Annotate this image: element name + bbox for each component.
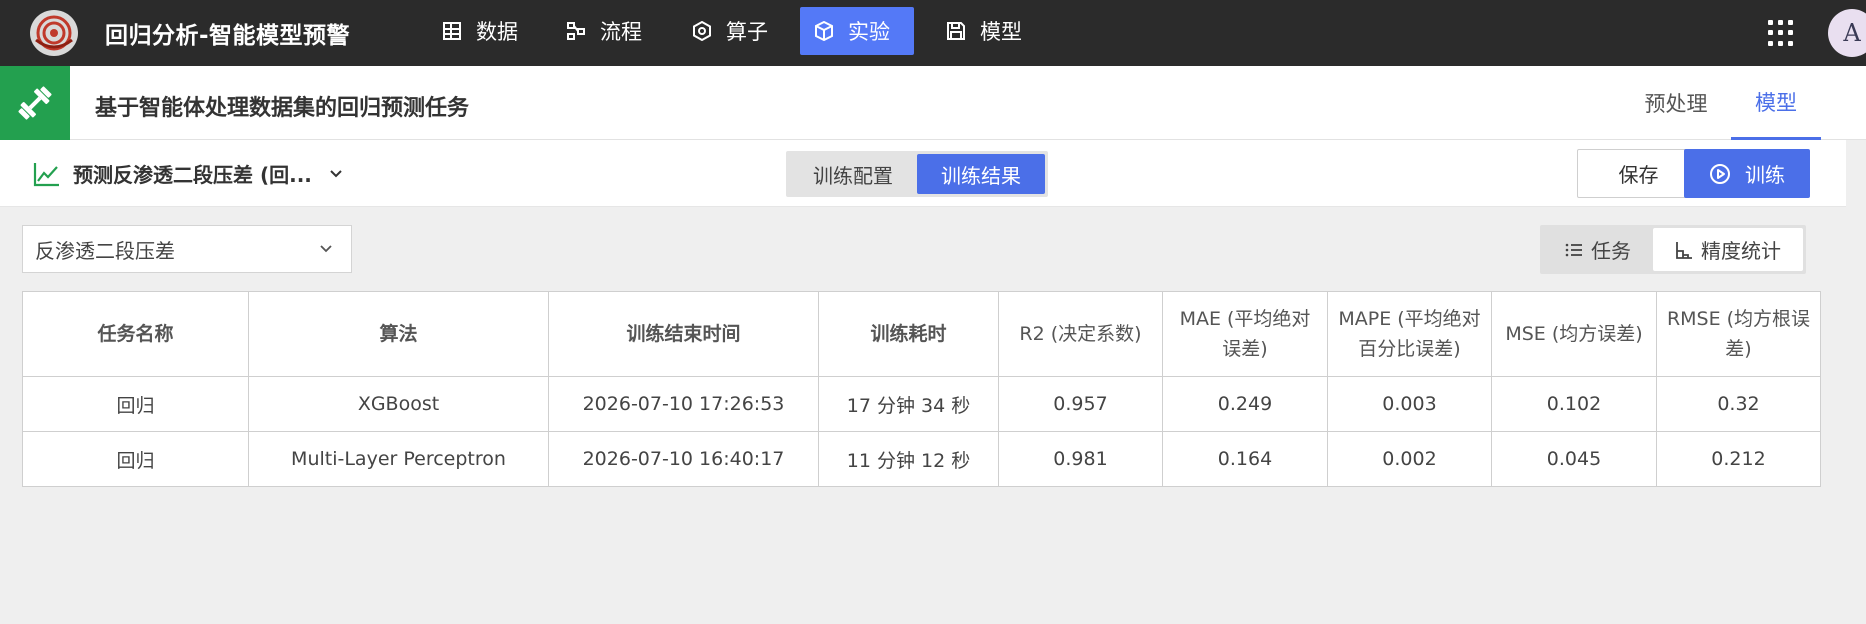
cell-mape: 0.003 — [1327, 376, 1492, 432]
nav-item-label: 实验 — [848, 20, 890, 44]
nav-item-experiment[interactable]: 实验 — [800, 7, 914, 55]
target-label: 预测反渗透二段压差 (回... — [73, 163, 312, 187]
tab-accuracy-stats[interactable]: 精度统计 — [1653, 228, 1803, 271]
column-header[interactable]: MAPE (平均绝对百分比误差) — [1327, 291, 1492, 377]
column-header[interactable]: MSE (均方误差) — [1491, 291, 1657, 377]
result-view-segmented-control: 训练配置 训练结果 — [786, 151, 1048, 197]
experiment-toolbar: 预测反渗透二段压差 (回... 训练配置 训练结果 保存 训练 — [0, 140, 1846, 207]
column-header[interactable]: MAE (平均绝对误差) — [1162, 291, 1328, 377]
table-header-row: 任务名称 算法 训练结束时间 训练耗时 R2 (决定系数) MAE (平均绝对误… — [22, 291, 1821, 377]
cell-mae: 0.164 — [1162, 431, 1328, 487]
target-filter-select[interactable]: 反渗透二段压差 — [22, 225, 352, 273]
cell-duration: 17 分钟 34 秒 — [818, 376, 999, 432]
column-header[interactable]: 算法 — [248, 291, 549, 377]
view-toggle: 任务 精度统计 — [1540, 225, 1806, 274]
nav-item-operator[interactable]: 算子 — [678, 7, 782, 55]
nav-item-label: 模型 — [980, 20, 1022, 44]
column-header[interactable]: 训练耗时 — [818, 291, 999, 377]
nav-item-data[interactable]: 数据 — [428, 7, 532, 55]
cell-mae: 0.249 — [1162, 376, 1328, 432]
nav-item-label: 数据 — [476, 20, 518, 44]
cell-mape: 0.002 — [1327, 431, 1492, 487]
cell-task-name: 回归 — [22, 431, 249, 487]
cell-rmse: 0.32 — [1656, 376, 1821, 432]
cell-end-time: 2026-07-10 17:26:53 — [548, 376, 819, 432]
nav-item-label: 流程 — [600, 20, 642, 44]
train-button[interactable]: 训练 — [1684, 149, 1810, 198]
task-title: 基于智能体处理数据集的回归预测任务 — [95, 96, 470, 121]
nav-item-model[interactable]: 模型 — [932, 7, 1036, 55]
filter-selected-value: 反渗透二段压差 — [35, 238, 175, 263]
top-navigation-bar: 回归分析-智能模型预警 数据 流程 算子 实验 模型 A — [0, 0, 1866, 66]
table-row[interactable]: 回归 Multi-Layer Perceptron 2026-07-10 16:… — [22, 431, 1821, 487]
tab-training-results[interactable]: 训练结果 — [917, 154, 1045, 194]
cell-algorithm: Multi-Layer Perceptron — [248, 431, 549, 487]
line-chart-icon — [33, 162, 59, 186]
nav-item-flow[interactable]: 流程 — [552, 7, 656, 55]
hexagon-icon — [693, 21, 711, 41]
results-table: 任务名称 算法 训练结束时间 训练耗时 R2 (决定系数) MAE (平均绝对误… — [22, 291, 1821, 487]
cell-end-time: 2026-07-10 16:40:17 — [548, 431, 819, 487]
column-header[interactable]: RMSE (均方根误差) — [1656, 291, 1821, 377]
apps-grid-icon[interactable] — [1768, 20, 1794, 46]
dumbbell-icon — [0, 66, 70, 140]
save-button[interactable]: 保存 — [1577, 149, 1700, 198]
cube-icon — [815, 21, 833, 41]
task-header: 基于智能体处理数据集的回归预测任务 预处理 模型 — [0, 66, 1866, 140]
cell-rmse: 0.212 — [1656, 431, 1821, 487]
cell-duration: 11 分钟 12 秒 — [818, 431, 999, 487]
train-button-label: 训练 — [1745, 163, 1785, 187]
stats-icon — [1676, 241, 1692, 259]
chevron-down-icon — [330, 169, 342, 177]
column-header[interactable]: 训练结束时间 — [548, 291, 819, 377]
user-avatar[interactable]: A — [1828, 9, 1866, 57]
tab-training-config[interactable]: 训练配置 — [789, 154, 917, 194]
column-header[interactable]: 任务名称 — [22, 291, 249, 377]
play-circle-icon — [1710, 163, 1730, 184]
nav-item-label: 算子 — [726, 20, 768, 44]
target-selector[interactable]: 预测反渗透二段压差 (回... — [33, 159, 344, 188]
tab-tasks[interactable]: 任务 — [1543, 228, 1653, 271]
tab-tasks-label: 任务 — [1591, 239, 1631, 263]
chevron-down-icon — [320, 245, 332, 253]
cell-r2: 0.957 — [998, 376, 1163, 432]
cell-algorithm: XGBoost — [248, 376, 549, 432]
save-icon — [947, 22, 965, 40]
flow-icon — [567, 22, 585, 40]
cell-task-name: 回归 — [22, 376, 249, 432]
tab-preprocess[interactable]: 预处理 — [1636, 66, 1716, 140]
table-icon — [443, 22, 461, 40]
tab-model[interactable]: 模型 — [1731, 66, 1821, 140]
app-logo-icon[interactable] — [30, 10, 78, 56]
cell-r2: 0.981 — [998, 431, 1163, 487]
list-icon — [1565, 243, 1582, 256]
app-title: 回归分析-智能模型预警 — [105, 23, 351, 49]
table-row[interactable]: 回归 XGBoost 2026-07-10 17:26:53 17 分钟 34 … — [22, 376, 1821, 432]
cell-mse: 0.045 — [1491, 431, 1657, 487]
cell-mse: 0.102 — [1491, 376, 1657, 432]
tab-accuracy-stats-label: 精度统计 — [1701, 239, 1781, 263]
column-header[interactable]: R2 (决定系数) — [998, 291, 1163, 377]
